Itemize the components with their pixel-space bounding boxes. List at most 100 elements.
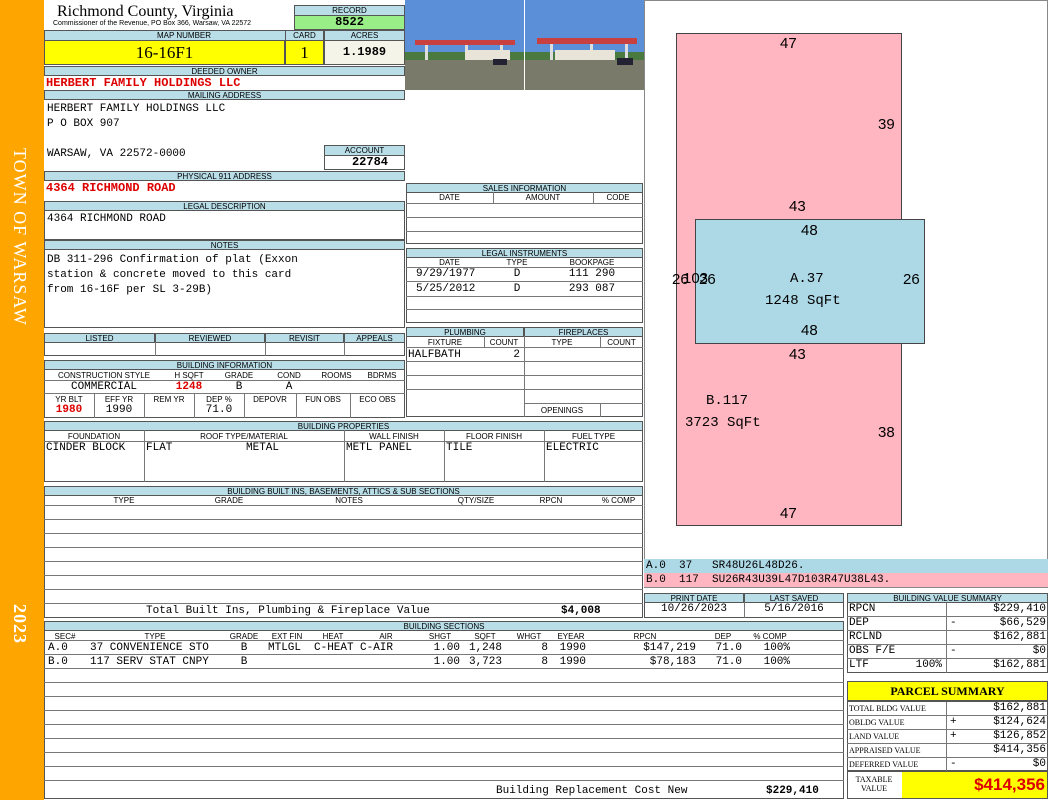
dim-b-right-2: 38 <box>878 424 895 441</box>
fixture-col: FIXTURE <box>427 338 463 347</box>
map-number-value: 16-16F1 <box>44 40 285 65</box>
bi-grade-col: GRADE <box>214 496 244 505</box>
physical-address-value: 4364 RICHMOND ROAD <box>46 181 176 195</box>
dep-label: DEP % <box>206 395 232 404</box>
plumb-count-col: COUNT <box>489 338 519 347</box>
li-row1-type: D <box>513 268 521 280</box>
replacement-cost-label: Building Replacement Cost New <box>496 785 688 797</box>
sales-date-col: DATE <box>439 193 460 202</box>
bdrms-label: BDRMS <box>367 371 397 380</box>
effyr-label: EFF YR <box>104 395 134 404</box>
li-row1-date: 9/29/1977 <box>416 268 476 280</box>
yrblt-value: 1980 <box>55 404 83 416</box>
fp-count-col: COUNT <box>607 338 636 347</box>
deeded-owner-value: HERBERT FAMILY HOLDINGS LLC <box>46 76 241 90</box>
section-b-area: 3723 SqFt <box>685 415 761 431</box>
mail-line-2: P O BOX 907 <box>47 118 120 130</box>
parcel-value: $0 <box>1032 758 1046 770</box>
value-summary-key: LTF <box>849 659 869 671</box>
yrblt-label: YR BLT <box>55 395 83 404</box>
sales-code-col: CODE <box>606 193 630 202</box>
parcel-key: DEFERRED VALUE <box>849 760 919 769</box>
fp-type-col: TYPE <box>551 338 573 347</box>
floor-col: FLOOR FINISH <box>465 432 522 441</box>
record-value: 8522 <box>294 15 405 30</box>
funobs-label: FUN OBS <box>305 395 341 404</box>
value-summary-value: $162,881 <box>993 631 1046 643</box>
remyr-label: REM YR <box>153 395 185 404</box>
value-summary-key: DEP <box>849 617 869 629</box>
dim-b-right: 39 <box>878 116 895 133</box>
parcel-value: $124,624 <box>993 716 1046 728</box>
property-photo-1 <box>405 0 524 90</box>
value-summary-value: $66,529 <box>999 617 1046 629</box>
fuel-value: ELECTRIC <box>546 442 599 454</box>
parcel-sign: + <box>950 716 957 728</box>
dim-b-bottom: 47 <box>780 505 797 522</box>
value-summary-sign: - <box>950 617 957 629</box>
grade-label: GRADE <box>224 371 254 380</box>
dim-b-top: 47 <box>780 35 797 52</box>
li-type-col: TYPE <box>506 258 528 267</box>
mail-line-3: WARSAW, VA 22572-0000 <box>47 148 186 160</box>
roof-type-value: FLAT <box>146 442 173 454</box>
last-saved-value: 5/16/2016 <box>764 603 824 615</box>
physical-address-header: PHYSICAL 911 ADDRESS <box>44 171 405 181</box>
bi-comp-col: % COMP <box>601 496 636 505</box>
cond-label: COND <box>277 371 301 380</box>
dim-a-right: 26 <box>903 271 920 288</box>
deeded-owner-header: DEEDED OWNER <box>44 66 405 76</box>
account-value: 22784 <box>324 155 405 170</box>
parcel-value: $162,881 <box>993 702 1046 714</box>
bi-rpcn-col: RPCN <box>539 496 563 505</box>
dep-value: 71.0 <box>205 404 233 416</box>
fuel-col: FUEL TYPE <box>571 432 616 441</box>
town-label: TOWN OF WARSAW <box>10 148 30 326</box>
li-date-col: DATE <box>439 258 460 267</box>
section-a-area: 1248 SqFt <box>765 293 841 309</box>
value-summary-value: $0 <box>1032 645 1046 657</box>
acres-value: 1.1989 <box>324 40 405 65</box>
taxable-value: $414,356 <box>902 772 1047 798</box>
parcel-key: LAND VALUE <box>849 732 900 741</box>
roof-material-value: METAL <box>246 442 280 454</box>
li-bookpage-col: BOOKPAGE <box>569 258 615 267</box>
bi-qty-col: QTY/SIZE <box>457 496 495 505</box>
floor-value: TILE <box>446 442 473 454</box>
parcel-key: OBLDG VALUE <box>849 718 905 727</box>
dim-a-top: 48 <box>801 222 818 239</box>
hsqft-label: H SQFT <box>174 371 204 380</box>
dim-a-left: 26 <box>699 271 716 288</box>
parcel-key: TOTAL BLDG VALUE <box>849 704 926 713</box>
legal-description-value: 4364 RICHMOND ROAD <box>47 213 166 225</box>
county-title: Richmond County, Virginia <box>57 3 234 20</box>
wall-value: METL PANEL <box>346 442 413 454</box>
depovr-label: DEPOVR <box>253 395 287 404</box>
li-row1-bp: 111 290 <box>568 268 616 280</box>
value-summary-value: $162,881 <box>993 659 1046 671</box>
mailing-address-header: MAILING ADDRESS <box>44 90 405 100</box>
sales-amount-col: AMOUNT <box>525 193 561 202</box>
builtins-total-value: $4,008 <box>561 605 601 617</box>
notes-line-2: station & concrete moved to this card <box>47 269 292 281</box>
ecoobs-label: ECO OBS <box>359 395 396 404</box>
builtins-total-label: Total Built Ins, Plumbing & Fireplace Va… <box>146 605 430 617</box>
parcel-summary-header: PARCEL SUMMARY <box>847 681 1048 701</box>
li-row2-date: 5/25/2012 <box>416 283 476 295</box>
notes-line-3: from 16-16F per SL 3-29B) <box>47 284 213 296</box>
dim-a-bottom: 48 <box>801 322 818 339</box>
builtins-table <box>44 495 643 618</box>
parcel-sign: + <box>950 730 957 742</box>
taxable-label-1: TAXABLE <box>855 775 893 784</box>
value-summary-percent: 100% <box>915 659 942 671</box>
effyr-value: 1990 <box>105 404 133 416</box>
review-row <box>44 342 405 356</box>
bi-notes-col: NOTES <box>335 496 363 505</box>
value-summary-value: $229,410 <box>993 603 1046 615</box>
section-b-label: B.117 <box>706 393 749 409</box>
taxable-label-2: VALUE <box>860 784 888 793</box>
commissioner-text: Commissioner of the Revenue, PO Box 366,… <box>53 20 252 27</box>
foundation-value: CINDER BLOCK <box>46 442 126 454</box>
foundation-col: FOUNDATION <box>67 432 121 441</box>
dim-a-bottom-outside: 43 <box>789 346 806 363</box>
